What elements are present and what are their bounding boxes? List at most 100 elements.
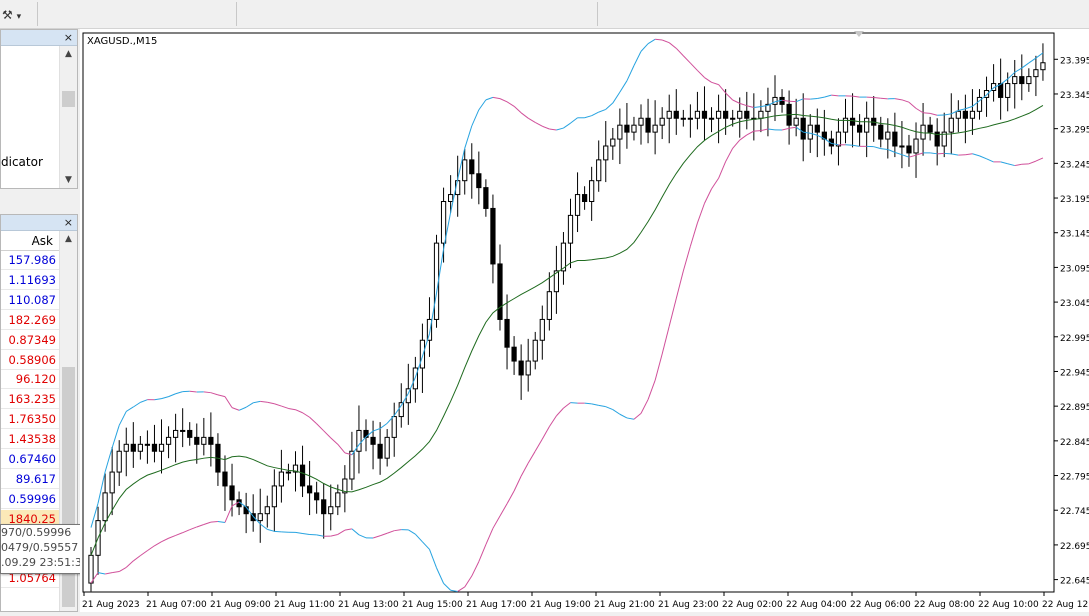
candle-body — [1020, 77, 1024, 84]
candle-body — [865, 118, 869, 132]
scroll-up-icon[interactable]: ▲ — [60, 231, 77, 247]
candle-body — [336, 493, 340, 507]
candle-body — [759, 111, 763, 118]
candle-body — [914, 139, 918, 153]
candle-body — [223, 472, 227, 486]
lower-band-line — [274, 531, 281, 532]
scroll-up-icon[interactable]: ▲ — [60, 46, 77, 62]
close-icon[interactable]: × — [64, 30, 73, 45]
candle-body — [526, 361, 530, 375]
price-tick-label: 23.195 — [1060, 195, 1089, 205]
price-tick-label: 22.795 — [1060, 473, 1089, 483]
candle-body — [540, 319, 544, 340]
market-watch-row[interactable]: 157.986 — [1, 251, 59, 270]
price-axis[interactable]: 23.39523.34523.29523.24523.19523.14523.0… — [1054, 56, 1089, 586]
candle-body — [907, 146, 911, 153]
candle-body — [639, 118, 643, 125]
candle-body — [724, 111, 728, 118]
market-watch-row[interactable]: 163.235 — [1, 390, 59, 409]
candle-body — [1034, 70, 1038, 77]
candle-body — [893, 132, 897, 146]
navigator-header: × — [1, 30, 77, 46]
price-tick-label: 22.845 — [1060, 438, 1089, 448]
candle-body — [533, 340, 537, 361]
price-tick-label: 23.095 — [1060, 264, 1089, 274]
candle-body — [449, 195, 453, 202]
scroll-down-icon[interactable]: ▼ — [60, 172, 77, 188]
lower-band-line — [754, 131, 761, 132]
lower-band-line — [571, 403, 578, 404]
time-tick-label: 21 Aug 11:00 — [274, 600, 335, 610]
time-tick-label: 22 Aug 08:00 — [914, 600, 975, 610]
candle-body — [181, 430, 185, 431]
time-tick-label: 21 Aug 07:00 — [146, 600, 207, 610]
time-tick-label: 22 Aug 12 — [1042, 600, 1088, 610]
candle-body — [702, 111, 706, 118]
market-watch-row[interactable]: 1.43538 — [1, 430, 59, 449]
line-studies-dropdown[interactable]: ⚒ ▾ — [2, 4, 32, 26]
market-watch-row[interactable]: 182.269 — [1, 311, 59, 330]
market-watch-row[interactable]: 1.76350 — [1, 410, 59, 429]
market-watch-row[interactable]: 110.087 — [1, 291, 59, 310]
scroll-thumb[interactable] — [62, 91, 75, 107]
candle-body — [956, 111, 960, 118]
candle-body — [110, 472, 114, 493]
candle-body — [1027, 77, 1031, 84]
market-watch-row[interactable]: 0.58906 — [1, 351, 59, 370]
candle-body — [632, 125, 636, 132]
candle-body — [350, 451, 354, 479]
toolbar-separator — [37, 2, 38, 26]
candle-body — [836, 132, 840, 146]
candle-body — [322, 500, 326, 514]
plot-area-border — [83, 33, 1054, 592]
candle-body — [420, 340, 424, 368]
candle-body — [1006, 84, 1010, 98]
candle-body — [329, 507, 333, 514]
lower-band-line — [585, 403, 592, 404]
price-tick-label: 22.895 — [1060, 403, 1089, 413]
candle-body — [808, 125, 812, 139]
time-tick-label: 21 Aug 21:00 — [594, 600, 655, 610]
market-watch-row[interactable]: 0.87349 — [1, 331, 59, 350]
close-icon[interactable]: × — [64, 215, 73, 230]
toolbar-separator — [236, 2, 237, 26]
candle-body — [999, 84, 1003, 98]
candle-body — [159, 444, 163, 451]
candle-body — [498, 264, 502, 320]
candle-body — [667, 111, 671, 118]
ask-column-header[interactable]: Ask — [1, 231, 59, 251]
time-tick-label: 22 Aug 10:00 — [978, 600, 1039, 610]
market-watch-row[interactable]: 0.59996 — [1, 490, 59, 509]
tooltip-line: .09.29 23:51:38 — [1, 555, 81, 570]
tooltip-line: 0479/0.59557 — [1, 540, 81, 555]
time-axis[interactable]: 21 Aug 202321 Aug 07:0021 Aug 09:0021 Au… — [82, 592, 1088, 610]
navigator-scrollbar[interactable]: ▲ ▼ — [59, 46, 77, 188]
candle-body — [230, 486, 234, 500]
market-watch-row[interactable]: 1.11693 — [1, 271, 59, 290]
lower-band-line — [211, 522, 218, 523]
market-watch-row[interactable]: 0.67460 — [1, 450, 59, 469]
chart-window[interactable]: XAGUSD.,M15 23.39523.34523.29523.24523.1… — [80, 29, 1089, 612]
candle-body — [315, 493, 319, 500]
candle-body — [547, 292, 551, 320]
candle-body — [688, 118, 692, 119]
candle-body — [441, 202, 445, 244]
price-chart[interactable]: XAGUSD.,M15 23.39523.34523.29523.24523.1… — [80, 29, 1089, 612]
candle-body — [392, 417, 396, 438]
candle-body — [745, 111, 749, 118]
candle-body — [174, 430, 178, 437]
candle-body — [582, 195, 586, 202]
candle-body — [575, 195, 579, 216]
candle-body — [1013, 77, 1017, 84]
time-tick-label: 21 Aug 19:00 — [530, 600, 591, 610]
candle-body — [731, 118, 735, 119]
market-watch-row[interactable]: 96.120 — [1, 370, 59, 389]
navigator-item-indicators[interactable]: dicator — [1, 155, 43, 169]
candle-body — [653, 125, 657, 132]
candle-body — [646, 118, 650, 132]
price-tick-label: 22.995 — [1060, 334, 1089, 344]
market-watch-row[interactable]: 89.617 — [1, 470, 59, 489]
candle-body — [963, 111, 967, 118]
candle-body — [625, 125, 629, 132]
upper-band-line — [881, 98, 888, 99]
